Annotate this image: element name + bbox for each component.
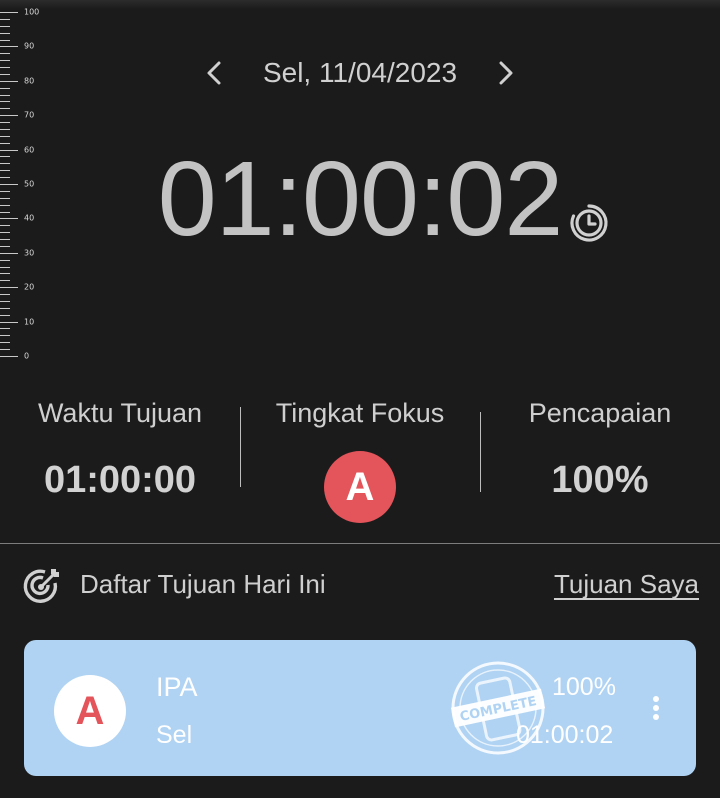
ruler-tick [0,342,10,344]
ruler-label: 100 [24,7,40,17]
ruler-tick [0,115,18,117]
ruler-tick [0,349,10,351]
goal-name: IPA [156,672,198,702]
ruler-tick [0,328,10,330]
history-clock-icon[interactable] [568,202,610,244]
stat-achievement: Pencapaian 100% [480,398,720,502]
stat-focus-level-label: Tingkat Fokus [275,398,445,428]
ruler-label: 0 [24,351,30,361]
stat-target-time: Waktu Tujuan 01:00:00 [0,398,240,502]
stat-achievement-value: 100% [551,459,649,501]
ruler-tick [0,321,18,323]
stat-target-time-label: Waktu Tujuan [37,398,203,428]
ruler-tick [0,259,10,261]
ruler-tick [0,273,10,275]
ruler-label: 70 [24,110,35,120]
ruler-tick [0,32,10,34]
next-date-button[interactable] [491,58,521,88]
current-date[interactable]: Sel, 11/04/2023 [0,57,720,89]
ruler-tick [0,280,10,282]
ruler-label: 20 [24,282,35,292]
ruler-tick [0,128,10,130]
top-edge [0,0,720,9]
ruler-tick [0,12,18,13]
more-vert-dot [653,696,659,702]
goal-percent: 100% [552,673,616,701]
my-goals-link[interactable]: Tujuan Saya [554,569,699,600]
goal-time: 01:00:02 [516,721,614,749]
ruler-tick [0,108,10,110]
ruler-tick [0,356,18,357]
ruler-tick [0,266,10,268]
ruler-tick [0,122,10,124]
goals-section-title: Daftar Tujuan Hari Ini [80,569,326,599]
elapsed-timer: 01:00:02 [157,140,564,258]
goal-card[interactable]: A IPA Sel COMPLETE 100% 01:00:02 [24,640,696,776]
more-vert-dot [653,714,659,720]
more-vert-dot [653,705,659,711]
ruler-tick [0,287,18,289]
target-arrow-icon [23,569,59,603]
ruler-tick [0,25,10,27]
ruler-tick [0,46,18,48]
ruler-tick [0,39,10,41]
goal-day: Sel [156,721,193,749]
focus-grade-badge: A [324,451,396,523]
ruler-tick [0,18,10,20]
section-divider [0,543,720,544]
more-options-button[interactable] [648,692,664,724]
ruler-tick [0,300,10,302]
goal-grade-badge: A [54,675,126,747]
date-navigation: Sel, 11/04/2023 [0,50,720,96]
stat-focus-level: Tingkat Fokus [240,398,480,429]
ruler-tick [0,135,10,137]
ruler-tick [0,307,10,309]
ruler-label: 10 [24,317,35,327]
focus-grade-letter: A [345,464,375,509]
stat-achievement-label: Pencapaian [528,398,672,428]
ruler-tick [0,101,10,103]
stat-target-time-value: 01:00:00 [43,459,197,501]
goal-grade-letter: A [75,688,105,733]
ruler-tick [0,314,10,316]
ruler-tick [0,294,10,296]
chevron-right-icon [499,61,513,85]
ruler-tick [0,335,10,337]
